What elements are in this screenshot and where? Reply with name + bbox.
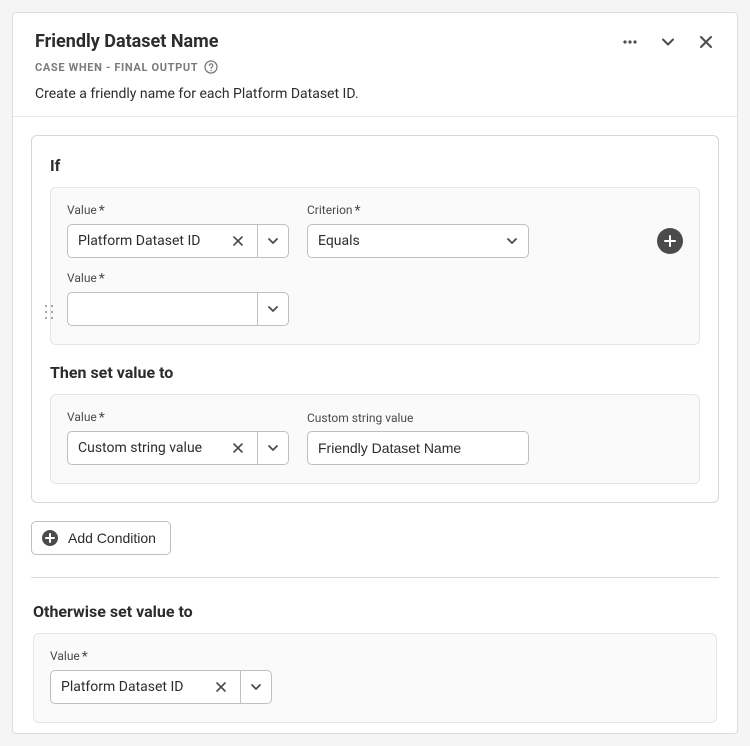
value1-label: Value* [67,202,289,218]
plus-circle-icon [40,528,60,548]
clear-icon[interactable] [229,232,247,250]
description-text: Create a friendly name for each Platform… [35,86,715,102]
value1-text: Platform Dataset ID [78,233,223,249]
otherwise-value-text: Platform Dataset ID [61,679,206,695]
value2-input[interactable] [78,300,247,318]
criterion-text: Equals [318,233,498,249]
add-condition-label: Add Condition [68,530,156,546]
chevron-down-icon[interactable] [240,670,272,704]
chevron-down-icon[interactable] [257,431,289,465]
value1-combo[interactable]: Platform Dataset ID [67,224,289,258]
then-label: Then set value to [50,363,700,382]
rule-card: If Value* Platform Dataset ID [31,135,719,503]
add-row-button[interactable] [657,228,683,254]
value2-combo[interactable] [67,292,289,326]
then-value-label: Value* [67,409,289,425]
function-type-label: CASE WHEN - FINAL OUTPUT [35,61,198,74]
clear-icon[interactable] [212,678,230,696]
more-icon[interactable] [621,33,639,51]
chevron-down-icon [506,235,518,247]
value2-label: Value* [67,270,289,286]
chevron-down-icon[interactable] [257,224,289,258]
card-header: Friendly Dataset Name CASE WHEN - FINAL … [13,13,737,117]
then-block: Value* Custom string value [50,394,700,484]
chevron-down-icon[interactable] [257,292,289,326]
otherwise-value-label: Value* [50,648,272,664]
then-value-text: Custom string value [78,440,223,456]
derived-field-card: Friendly Dataset Name CASE WHEN - FINAL … [12,12,738,734]
custom-string-input[interactable] [307,431,529,465]
collapse-icon[interactable] [659,33,677,51]
close-icon[interactable] [697,33,715,51]
otherwise-subcard: Value* Platform Dataset ID [33,633,717,723]
page-title: Friendly Dataset Name [35,31,621,52]
if-label: If [50,156,700,175]
if-conditions: Value* Platform Dataset ID [50,187,700,345]
otherwise-label: Otherwise set value to [33,602,717,621]
drag-handle-icon[interactable] [44,304,54,320]
clear-icon[interactable] [229,439,247,457]
criterion-label: Criterion* [307,202,529,218]
otherwise-value-combo[interactable]: Platform Dataset ID [50,670,272,704]
add-condition-button[interactable]: Add Condition [31,521,171,555]
divider [31,577,719,578]
then-value-combo[interactable]: Custom string value [67,431,289,465]
custom-string-label: Custom string value [307,411,529,425]
criterion-select[interactable]: Equals [307,224,529,258]
help-icon[interactable] [204,60,218,74]
